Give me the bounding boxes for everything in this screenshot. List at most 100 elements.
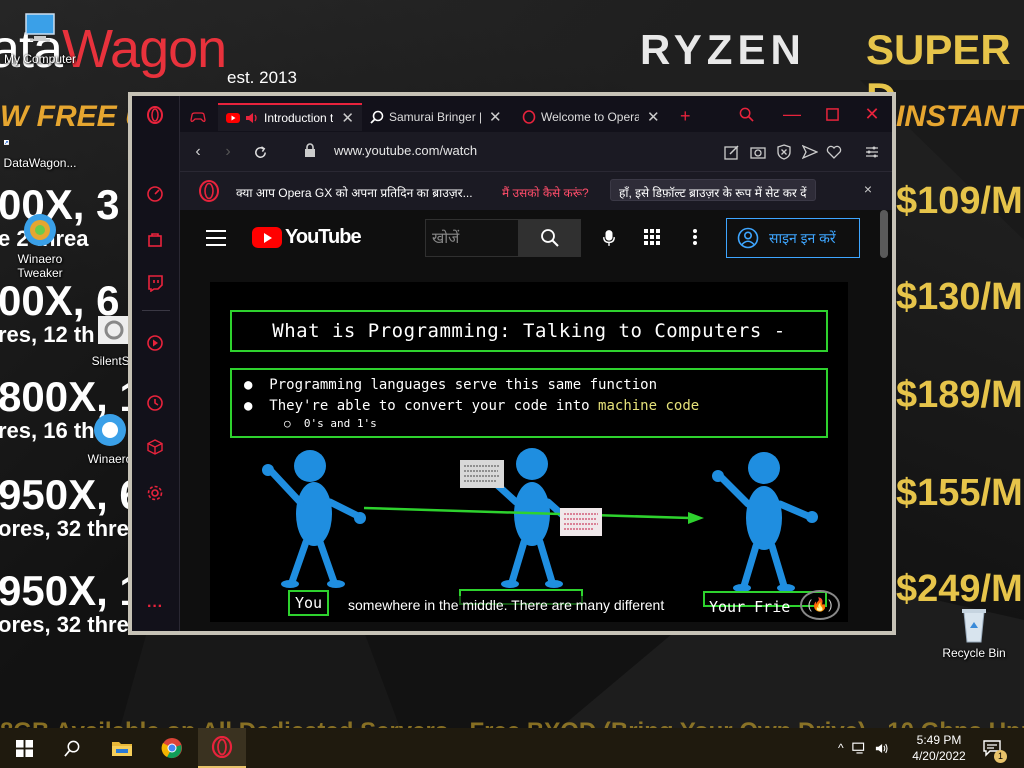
gamepad-icon	[190, 112, 206, 122]
tab-search-button[interactable]	[732, 102, 760, 126]
default-browser-message: क्या आप Opera GX को अपना प्रतिदिन का ब्र…	[236, 186, 473, 200]
notification-count-badge: 1	[994, 750, 1007, 763]
wallpaper-ticker: 8GB Available on All Dedicated Servers ·…	[0, 718, 1024, 728]
sidebar-divider	[142, 310, 170, 311]
lock-icon	[305, 143, 315, 157]
tab-label: Welcome to Opera	[541, 110, 639, 124]
price-text: $130/M	[896, 276, 1023, 318]
chevron-left-icon: ‹	[195, 143, 201, 160]
page-scrollbar[interactable]	[880, 210, 888, 258]
tab-introduction[interactable]: Introduction to ✕	[218, 103, 362, 131]
new-tab-button[interactable]: +	[680, 106, 691, 127]
speaker-icon	[246, 113, 257, 123]
easy-setup-button[interactable]	[864, 144, 880, 160]
adblock-button[interactable]	[776, 144, 792, 160]
opera-gx-icon	[211, 736, 233, 758]
voice-search-button[interactable]	[602, 228, 616, 253]
reload-button[interactable]	[250, 142, 270, 162]
how-to-link[interactable]: मैं उसको कैसे करूं?	[502, 184, 589, 201]
winaero-tweaker-icon	[24, 214, 56, 246]
close-tab-icon[interactable]: ✕	[341, 109, 354, 127]
your-friend-label: Your Frie	[709, 598, 791, 616]
tab-bar: Introduction to ✕ Samurai Bringer | C ✕ …	[180, 96, 892, 132]
desktop-icon-label: Winaero	[87, 452, 133, 466]
sidebar-history[interactable]	[144, 392, 166, 414]
sidebar-twitch[interactable]	[144, 272, 166, 294]
chrome-button[interactable]	[148, 728, 196, 768]
minimize-button[interactable]: —	[778, 102, 806, 126]
video-player[interactable]: What is Programming: Talking to Computer…	[210, 282, 848, 622]
my-computer-desktop-icon[interactable]: My Computer	[0, 10, 80, 66]
set-default-button[interactable]: हाँ, इसे डिफ़ॉल्ट ब्राउज़र के रूप में से…	[610, 179, 816, 201]
tab-welcome-opera[interactable]: Welcome to Opera ✕	[514, 103, 672, 131]
sidebar-more-button[interactable]: ···	[144, 596, 166, 618]
apps-button[interactable]	[643, 228, 661, 251]
youtube-header: YouTube खोजें साइन इन करें	[180, 210, 892, 270]
close-tab-icon[interactable]: ✕	[489, 108, 502, 126]
opera-gx-taskbar-button[interactable]	[198, 728, 246, 768]
youtube-favicon-icon	[226, 113, 240, 123]
url-field[interactable]: www.youtube.com/watch	[334, 143, 477, 158]
desktop-icon-label: DataWagon...	[3, 156, 77, 170]
sidebar-gx-control[interactable]	[144, 182, 166, 204]
opera-menu-button[interactable]	[144, 104, 166, 126]
search-button[interactable]	[48, 728, 96, 768]
search-button[interactable]	[519, 219, 581, 257]
tab-label: Introduction to	[264, 111, 334, 125]
datawagon-desktop-icon[interactable]: DataWagon...	[0, 140, 80, 170]
bookmark-button[interactable]	[826, 144, 842, 160]
close-icon: ✕	[864, 103, 880, 124]
opera-logo-icon	[147, 106, 163, 124]
search-icon	[739, 107, 754, 122]
sign-in-button[interactable]: साइन इन करें	[726, 218, 860, 258]
forward-button[interactable]: ›	[218, 142, 238, 162]
gx-tab-icon[interactable]	[180, 103, 218, 131]
default-browser-bar: क्या आप Opera GX को अपना प्रतिदिन का ब्र…	[180, 172, 892, 210]
more-icon: ···	[147, 598, 163, 615]
volume-icon[interactable]	[875, 742, 891, 755]
clock-date: 4/20/2022	[912, 749, 966, 763]
chevron-right-icon: ›	[225, 143, 231, 160]
search-icon	[541, 229, 559, 247]
sidebar-gx-corner[interactable]	[144, 228, 166, 250]
youtube-logo[interactable]: YouTube	[252, 226, 362, 249]
action-center-button[interactable]: 1	[972, 728, 1012, 768]
tab-samurai-bringer[interactable]: Samurai Bringer | C ✕	[362, 103, 514, 131]
settings-menu-button[interactable]	[692, 228, 698, 251]
close-tab-icon[interactable]: ✕	[647, 108, 660, 126]
close-notification-button[interactable]: ×	[864, 181, 872, 197]
taskbar: ^ 5:49 PM 4/20/2022 1	[0, 728, 1024, 768]
more-vertical-icon	[693, 229, 697, 245]
back-button[interactable]: ‹	[188, 142, 208, 162]
file-explorer-button[interactable]	[98, 728, 146, 768]
clock-icon	[147, 395, 163, 411]
search-input[interactable]: खोजें	[425, 219, 519, 257]
sidebar-player[interactable]	[144, 332, 166, 354]
hamburger-menu-button[interactable]	[206, 230, 226, 251]
account-icon	[737, 227, 759, 249]
network-icon[interactable]	[851, 742, 868, 755]
snapshot-button[interactable]	[750, 144, 766, 160]
desktop-icon-label: My Computer	[3, 52, 77, 66]
start-button[interactable]	[0, 728, 48, 768]
winaero-tweaker-desktop-icon[interactable]: Winaero Tweaker	[0, 210, 80, 280]
recycle-bin-desktop-icon[interactable]: Recycle Bin	[934, 604, 1014, 660]
taskbar-clock[interactable]: 5:49 PM 4/20/2022	[908, 732, 970, 764]
youtube-logo-text: YouTube	[285, 226, 362, 248]
sidebar-settings[interactable]	[144, 482, 166, 504]
free-text: W FREE U	[0, 100, 147, 133]
close-window-button[interactable]: ✕	[858, 102, 886, 126]
speedometer-icon	[147, 186, 163, 202]
tab-label: Samurai Bringer | C	[389, 110, 481, 124]
show-hidden-icons-button[interactable]: ^	[838, 741, 844, 755]
winaero-icon	[94, 414, 126, 446]
camera-icon	[750, 147, 766, 159]
maximize-button[interactable]	[818, 102, 846, 126]
sidebar-extensions[interactable]	[144, 436, 166, 458]
edit-button[interactable]	[724, 144, 740, 160]
search-icon	[63, 740, 79, 757]
play-circle-icon	[147, 335, 163, 351]
est-text: est. 2013	[227, 68, 297, 87]
sign-in-label: साइन इन करें	[769, 229, 836, 246]
send-button[interactable]	[801, 144, 819, 160]
